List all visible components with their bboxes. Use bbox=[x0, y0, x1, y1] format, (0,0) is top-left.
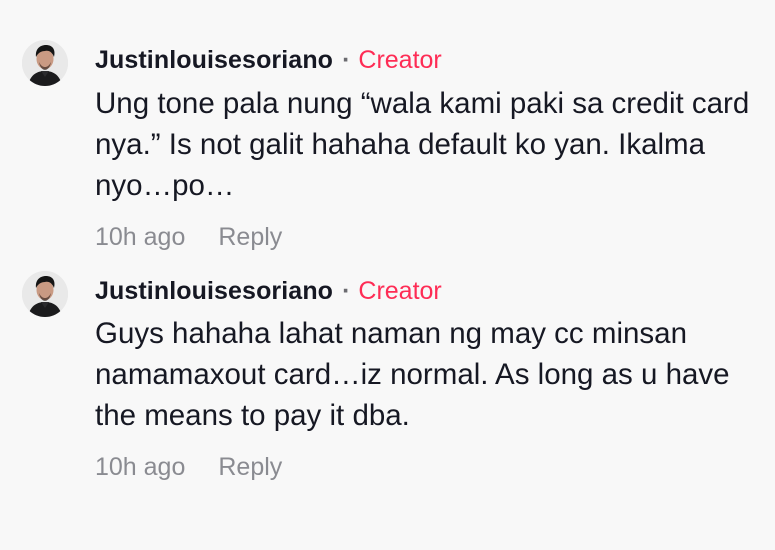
username[interactable]: Justinlouisesoriano bbox=[95, 45, 333, 75]
separator-dot: · bbox=[342, 46, 351, 74]
comment-text: Guys hahaha lahat naman ng may cc minsan… bbox=[95, 317, 730, 432]
avatar[interactable] bbox=[22, 40, 68, 86]
comment-meta: 10h ago Reply bbox=[95, 450, 282, 484]
avatar-image bbox=[22, 271, 68, 317]
comment-header: Justinlouisesoriano · Creator bbox=[95, 45, 442, 75]
timestamp: 10h ago bbox=[95, 452, 186, 481]
creator-badge: Creator bbox=[358, 277, 442, 305]
username[interactable]: Justinlouisesoriano bbox=[95, 276, 333, 306]
reply-button[interactable]: Reply bbox=[218, 223, 282, 252]
comment-text: Ung tone pala nung “wala kami paki sa cr… bbox=[95, 87, 750, 202]
timestamp: 10h ago bbox=[95, 222, 186, 251]
avatar[interactable] bbox=[22, 271, 68, 317]
comment-header: Justinlouisesoriano · Creator bbox=[95, 276, 442, 306]
comment-meta: 10h ago Reply bbox=[95, 220, 282, 254]
reply-button[interactable]: Reply bbox=[218, 453, 282, 482]
creator-badge: Creator bbox=[358, 46, 442, 74]
avatar-image bbox=[22, 40, 68, 86]
separator-dot: · bbox=[342, 277, 351, 305]
